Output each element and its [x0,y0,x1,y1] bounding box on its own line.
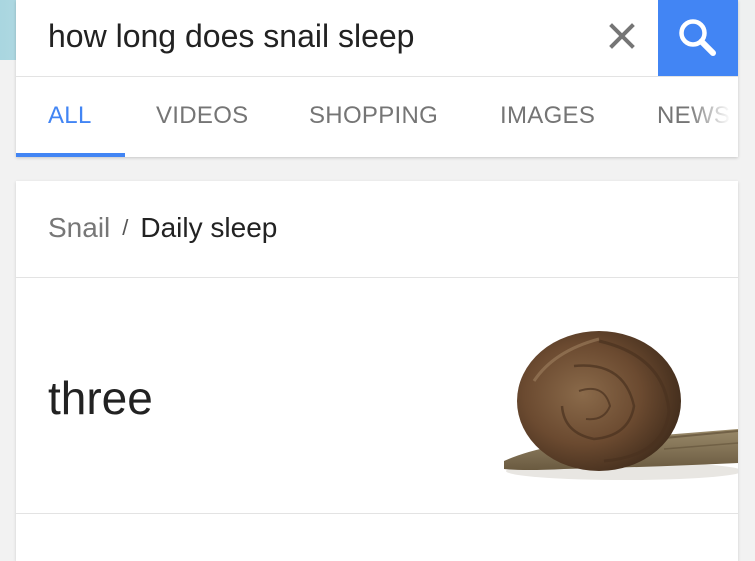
search-input[interactable]: how long does snail sleep [48,18,414,55]
breadcrumb: Snail / Daily sleep [48,212,277,244]
snail-image[interactable] [504,321,738,496]
breadcrumb-current: Daily sleep [140,212,278,243]
breadcrumb-parent-link[interactable]: Snail [48,212,110,243]
card-divider-bottom [16,513,738,514]
close-icon [609,23,635,49]
breadcrumb-separator: / [122,215,129,240]
card-divider [16,277,738,278]
active-tab-indicator [16,153,125,157]
tab-videos[interactable]: VIDEOS [156,102,249,130]
tab-shopping[interactable]: SHOPPING [309,102,438,130]
search-tabs: ALL VIDEOS SHOPPING IMAGES NEWS [16,77,738,157]
answer-text: three [48,372,153,424]
tab-images[interactable]: IMAGES [500,102,595,130]
tab-all[interactable]: ALL [48,102,92,130]
search-icon [679,19,716,56]
search-header: how long does snail sleep ALL VIDEOS SHO… [16,0,738,157]
search-bar: how long does snail sleep [16,0,738,77]
tabs-fade-overlay [688,77,738,153]
clear-search-button[interactable] [604,14,640,58]
answer-card: Snail / Daily sleep three [16,181,738,561]
search-button[interactable] [658,0,738,76]
